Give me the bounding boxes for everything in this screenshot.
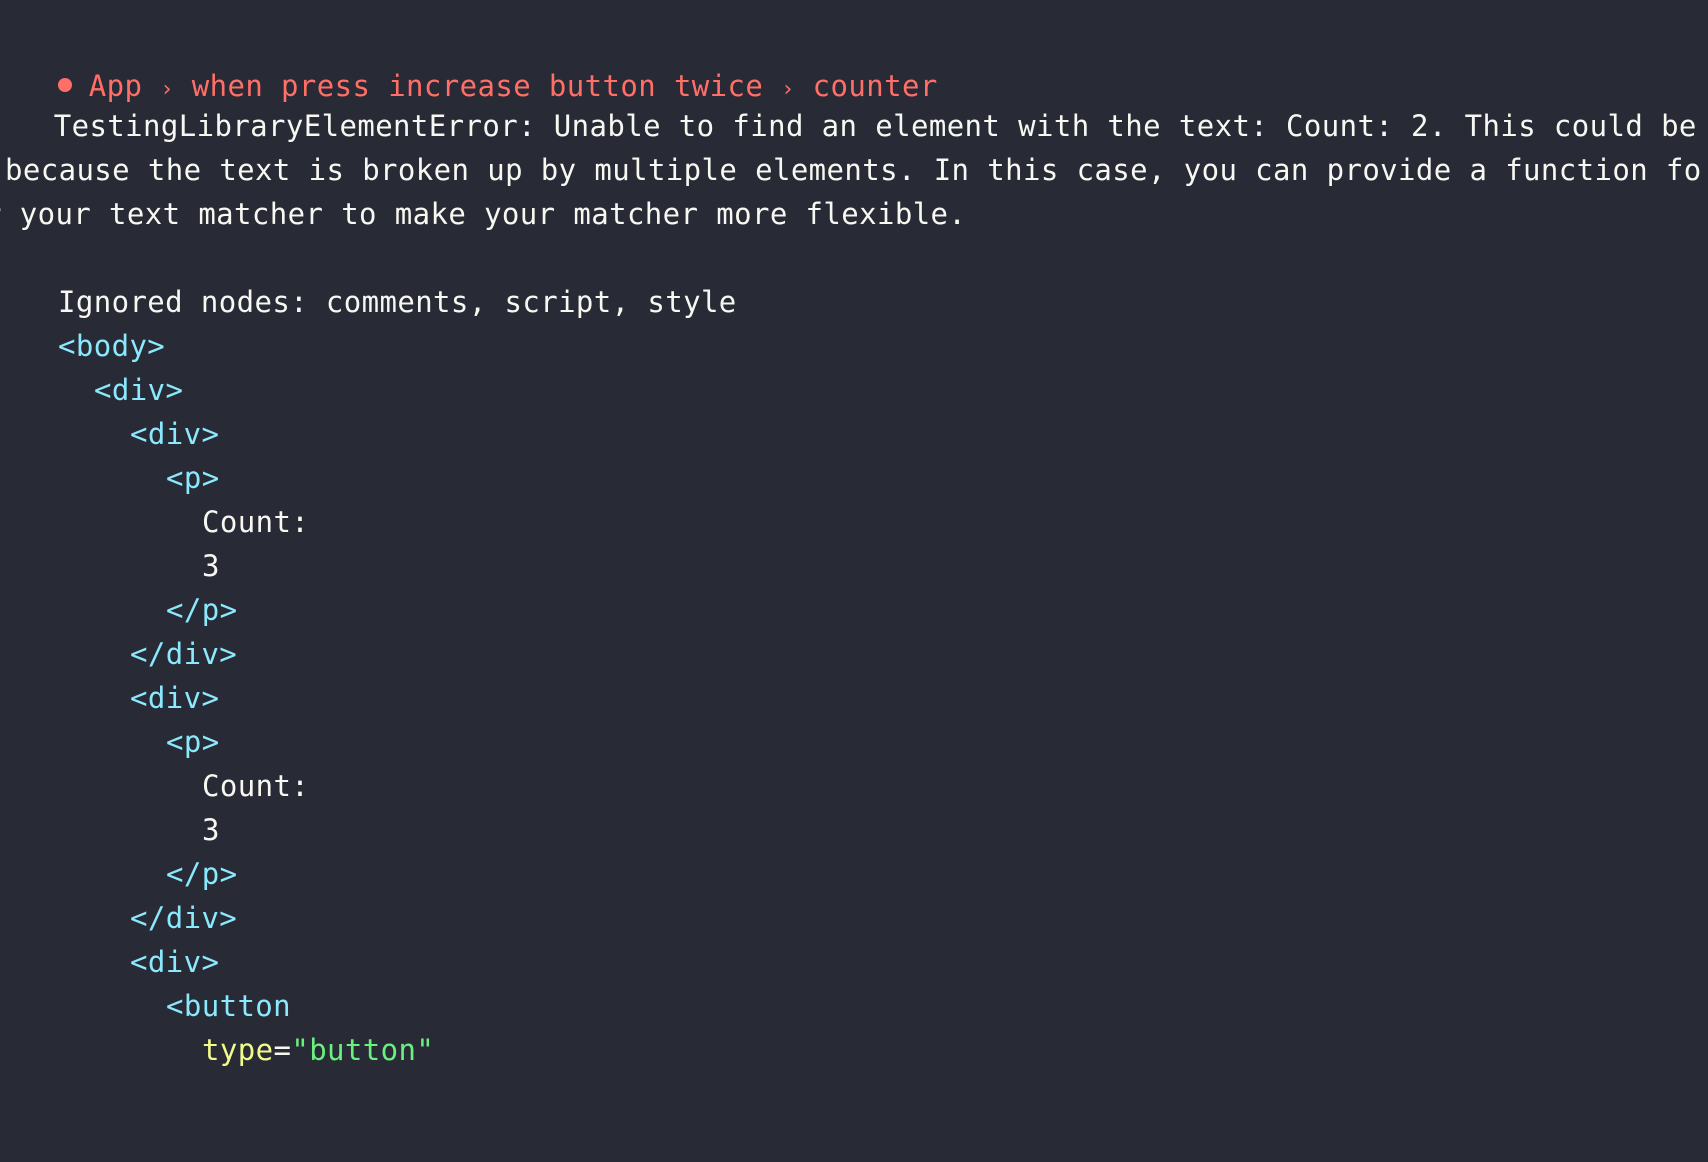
error-message-line: because the text is broken up by multipl… [5,153,1702,187]
dom-text-count-label: Count: [202,769,310,803]
dom-text-count-label: Count: [202,505,310,539]
dom-attr-name: type [202,1033,274,1067]
breadcrumb-separator-icon: › [781,77,795,102]
breadcrumb-separator-icon: › [160,77,174,102]
breadcrumb-item-test: counter [812,69,938,103]
dom-attribute-type: type="button" [202,1026,434,1074]
dom-tag-div-close: </div> [130,901,238,935]
fail-dot-icon [57,78,72,92]
dom-tag-div-open: <div> [94,373,184,407]
dom-tag-p-close: </p> [166,857,238,891]
dom-tag-p-open: <p> [166,461,220,495]
dom-text-count-value: 3 [202,813,220,847]
dom-tag-div-open: <div> [130,945,220,979]
dom-tag-button-open: <button [166,989,292,1023]
dom-tag-div-open: <div> [130,417,220,451]
ignored-nodes-label: Ignored nodes: comments, script, style [58,285,737,319]
error-message-line: TestingLibraryElementError: Unable to fi… [18,109,1697,143]
error-message-line: r your text matcher to make your matcher… [0,197,967,231]
test-breadcrumb: App › when press increase button twice ›… [22,14,938,103]
dom-tag-div-open: <div> [130,681,220,715]
dom-attr-equals: = [273,1033,292,1067]
dom-tag-body-open: <body> [58,329,166,363]
breadcrumb-item-describe: when press increase button twice [191,69,764,103]
dom-tag-p-open: <p> [166,725,220,759]
dom-text-count-value: 3 [202,549,220,583]
breadcrumb-item-app: App [88,69,143,103]
dom-attr-value: "button" [291,1033,435,1067]
dom-tag-p-close: </p> [166,593,238,627]
dom-tag-div-close: </div> [130,637,238,671]
